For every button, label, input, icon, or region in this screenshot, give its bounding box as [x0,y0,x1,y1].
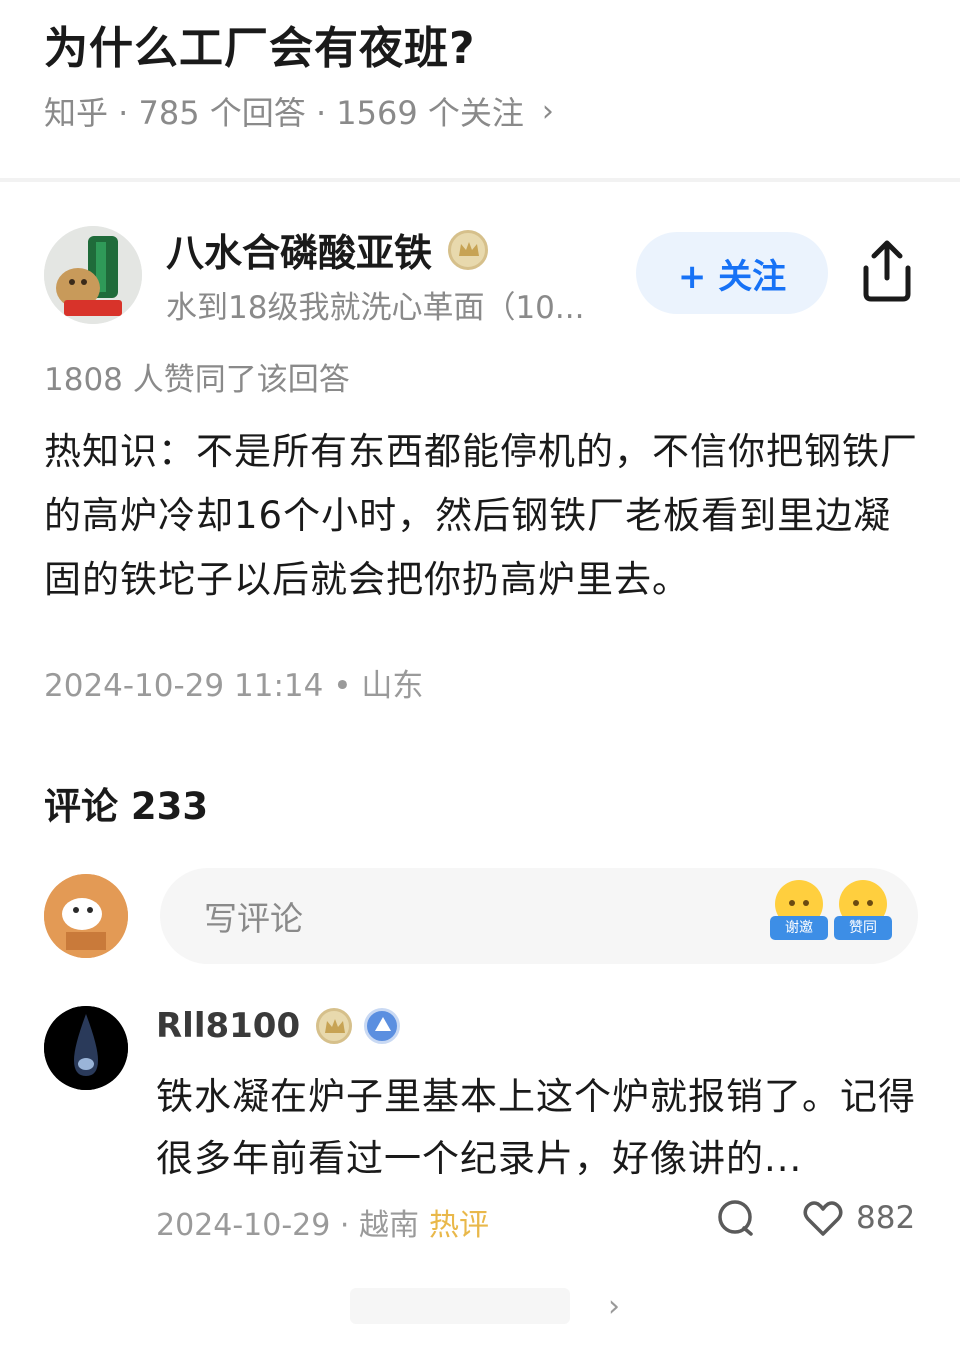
reply-icon[interactable] [716,1198,756,1238]
question-meta[interactable]: 知乎 · 785 个回答 · 1569 个关注 › [44,88,554,134]
question-meta-text: 知乎 · 785 个回答 · 1569 个关注 [44,94,524,132]
level-badge-icon [364,1008,401,1044]
author-bio: 水到18级我就洗心革面（10... [166,290,585,326]
author-avatar[interactable] [44,226,142,324]
comment-meta: 2024-10-29 · 越南 热评 [156,1200,489,1244]
question-title: 为什么工厂会有夜班? [44,23,476,74]
comments-header: 评论 233 [44,785,209,828]
current-user-avatar[interactable] [44,874,128,958]
view-more-comments[interactable]: › [350,1276,620,1336]
answer-timestamp: 2024-10-29 11:14 • 山东 [44,668,424,704]
comment-username[interactable]: Rll8100 [156,1006,300,1046]
blurred-text [350,1288,570,1324]
vote-count: 1808 人赞同了该回答 [44,362,350,398]
author-name[interactable]: 八水合磷酸亚铁 [166,222,432,277]
crown-badge-icon [448,229,489,270]
emoji-label: 赞同 [834,916,892,940]
hot-comment-tag: 热评 [428,1208,489,1243]
comment-user-row[interactable]: Rll8100 [156,1006,401,1046]
answer-body[interactable]: 热知识：不是所有东西都能停机的，不信你把钢铁厂的高炉冷却16个小时，然后钢铁厂老… [44,420,924,612]
comment-user-avatar[interactable] [44,1006,128,1090]
author-name-row[interactable]: 八水合磷酸亚铁 [166,222,489,277]
emoji-label: 谢邀 [770,916,828,940]
follow-button[interactable]: + 关注 [636,232,828,314]
comment-timestamp: 2024-10-29 · 越南 [156,1208,419,1243]
current-user-avatar-image [44,874,128,958]
comment-avatar-image [44,1006,128,1090]
comment-body[interactable]: 铁水凝在炉子里基本上这个炉就报销了。记得很多年前看过一个纪录片，好像讲的... [156,1066,926,1190]
emoji-zantong-button[interactable]: 赞同 [834,880,892,944]
heart-icon[interactable] [802,1198,844,1238]
chevron-right-icon[interactable]: › [608,1289,620,1324]
author-avatar-image [44,226,142,324]
crown-badge-icon [316,1008,353,1044]
section-divider [0,178,960,182]
share-icon[interactable] [858,238,916,304]
like-count: 882 [856,1200,916,1236]
emoji-xieyao-button[interactable]: 谢邀 [770,880,828,944]
chevron-right-icon[interactable]: › [542,94,554,129]
